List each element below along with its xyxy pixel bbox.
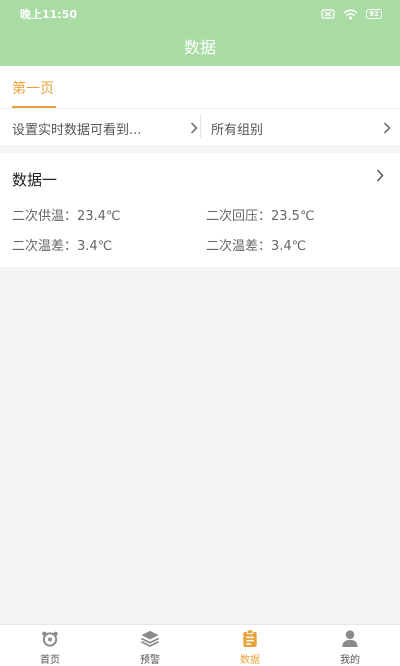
nav-label: 首页	[40, 655, 60, 666]
nav-label: 数据	[240, 655, 260, 666]
metric-return-pressure: 二次回压：23.5℃	[206, 209, 315, 224]
system-icons: 92	[321, 9, 382, 20]
page-title: 数据	[183, 38, 216, 57]
realtime-data-filter-label: 设置实时数据可看到...	[12, 122, 142, 138]
card-title: 数据一	[12, 171, 58, 189]
divider	[200, 114, 201, 138]
nav-label: 我的	[340, 655, 360, 666]
metric-temp-diff: 二次温差：3.4℃	[206, 239, 307, 254]
divider	[0, 108, 400, 109]
sim-icon	[321, 9, 335, 19]
clipboard-icon	[243, 629, 257, 648]
filter-card: 第一页 设置实时数据可看到... 所有组别	[0, 66, 400, 145]
bottom-nav: 首页 预警 数据 我的	[0, 624, 400, 666]
realtime-data-filter[interactable]: 设置实时数据可看到...	[12, 118, 198, 138]
nav-item-warning[interactable]: 预警	[100, 625, 200, 666]
metric-temp-diff: 二次温差：3.4℃	[12, 239, 113, 254]
tab-first-page[interactable]: 第一页	[12, 78, 54, 98]
layers-icon	[141, 630, 159, 648]
group-filter[interactable]: 所有组别	[211, 118, 391, 138]
nav-item-mine[interactable]: 我的	[300, 625, 400, 666]
top-bar: 晚上11:50 92 数据	[0, 0, 400, 66]
nav-item-data[interactable]: 数据	[200, 625, 300, 666]
chevron-right-icon	[190, 119, 198, 138]
metric-supply-temp: 二次供温：23.4℃	[12, 209, 121, 224]
status-bar: 晚上11:50 92	[0, 0, 400, 28]
chevron-right-icon	[383, 119, 391, 138]
wifi-icon	[343, 9, 358, 19]
status-time: 晚上11:50	[20, 8, 78, 21]
data-card[interactable]: 数据一 二次供温：23.4℃ 二次回压：23.5℃ 二次温差：3.4℃ 二次温差…	[0, 153, 400, 267]
group-filter-label: 所有组别	[211, 122, 264, 138]
nav-label: 预警	[140, 655, 160, 666]
home-icon	[42, 631, 58, 647]
chevron-right-icon[interactable]	[376, 167, 384, 186]
nav-item-home[interactable]: 首页	[0, 625, 100, 666]
battery-icon: 92	[366, 9, 382, 19]
user-icon	[342, 630, 358, 648]
